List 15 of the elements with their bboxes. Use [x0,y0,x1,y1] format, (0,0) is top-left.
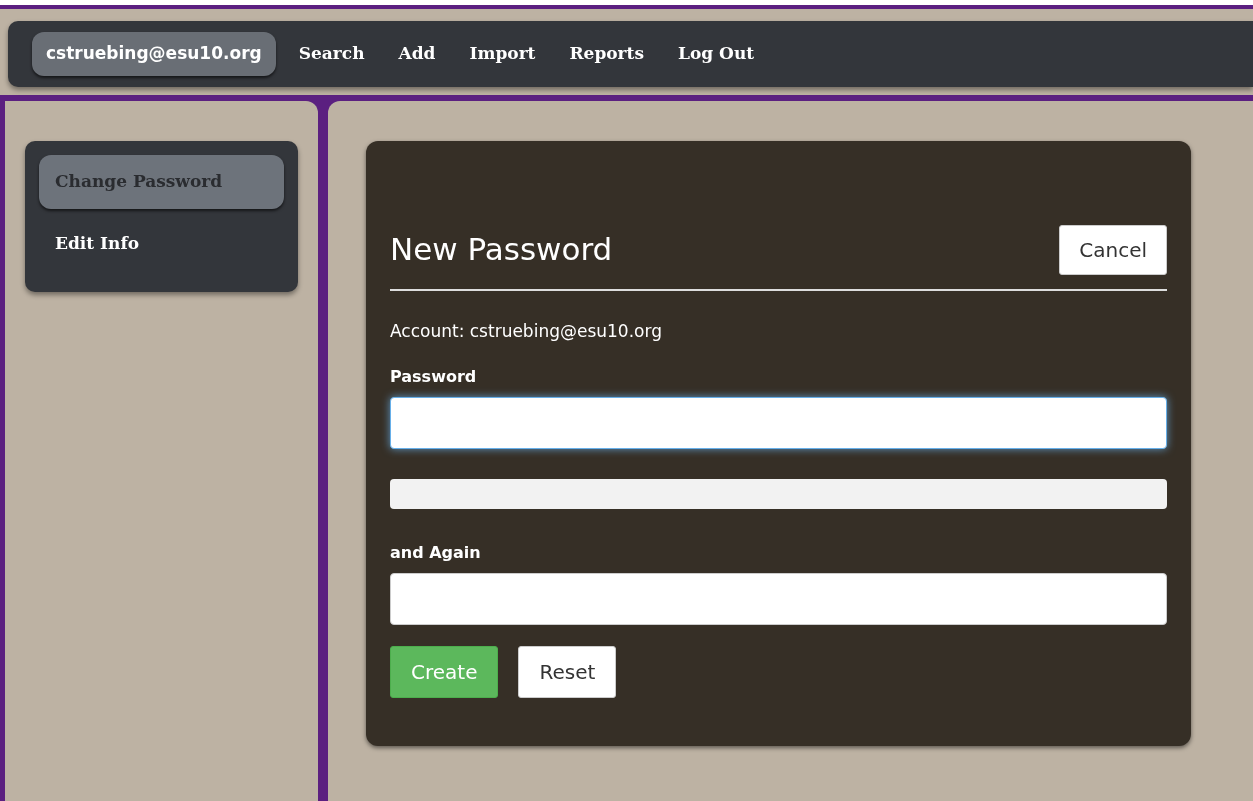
nav-link[interactable]: Search [287,33,376,75]
nav-link[interactable]: Import [458,33,547,75]
field-label: and Again [390,542,482,565]
nav-link[interactable]: Add [387,33,447,75]
reset-button[interactable]: Reset [518,646,617,699]
account-button[interactable]: cstruebing@esu10.org [32,32,276,76]
password-field[interactable] [390,573,1167,626]
field-label: Password [390,366,478,389]
account-label: Account: cstruebing@esu10.org [390,320,663,343]
password-field[interactable] [390,397,1167,450]
cancel-button[interactable]: Cancel [1059,225,1167,275]
nav-link[interactable]: Reports [558,33,655,75]
nav-link[interactable]: Log Out [667,33,766,75]
form-title: New Password [390,231,613,269]
sidebar-item[interactable]: Edit Info [39,216,284,270]
